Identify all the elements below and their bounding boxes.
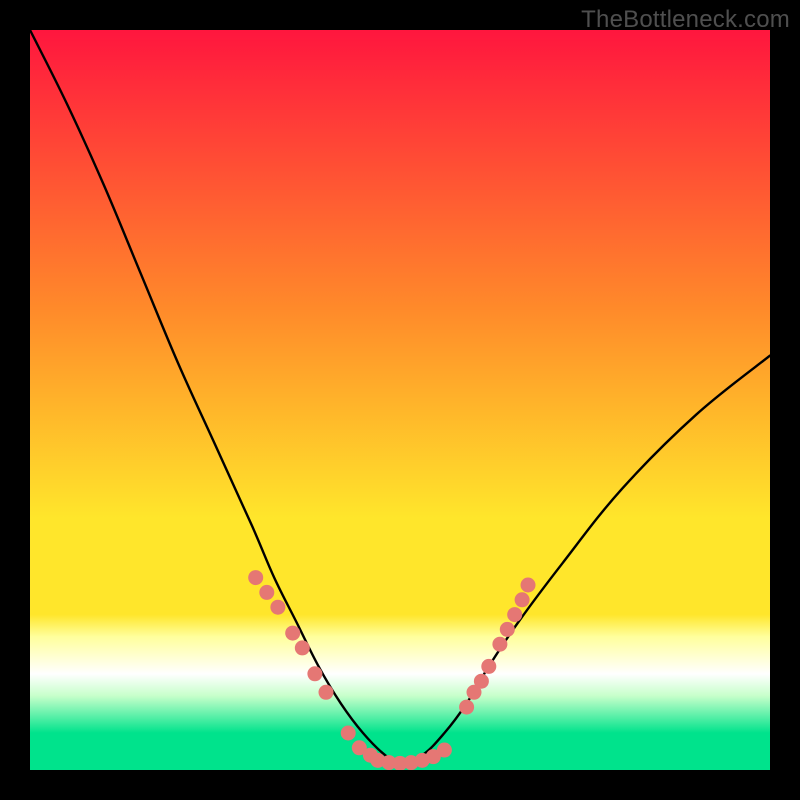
watermark-text: TheBottleneck.com — [581, 6, 790, 34]
data-point — [307, 666, 322, 681]
data-point — [492, 637, 507, 652]
data-point — [481, 659, 496, 674]
data-point — [474, 674, 489, 689]
data-point — [500, 622, 515, 637]
chart-frame: TheBottleneck.com — [0, 0, 800, 800]
data-point — [319, 685, 334, 700]
data-point — [248, 570, 263, 585]
data-point — [521, 578, 536, 593]
data-point — [437, 743, 452, 758]
data-point — [515, 592, 530, 607]
data-point — [459, 700, 474, 715]
data-point — [259, 585, 274, 600]
data-point — [341, 726, 356, 741]
data-point — [507, 607, 522, 622]
plot-area — [30, 30, 770, 770]
data-point — [285, 626, 300, 641]
data-point — [295, 640, 310, 655]
data-points — [30, 30, 770, 770]
data-point — [270, 600, 285, 615]
